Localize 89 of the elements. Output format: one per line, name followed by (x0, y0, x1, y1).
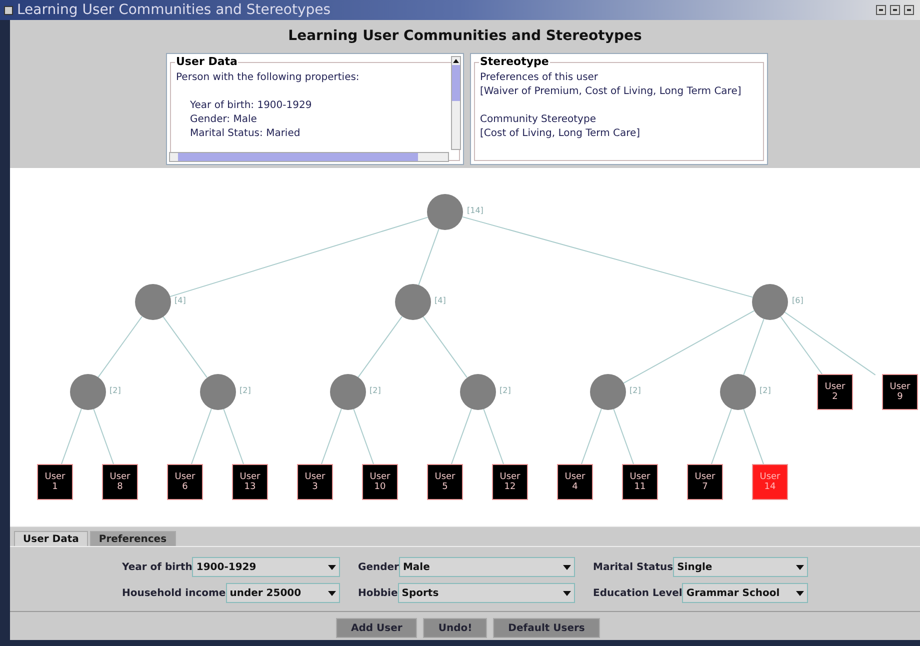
cluster-count: [4] (434, 297, 446, 305)
connector-line (321, 408, 342, 464)
cluster-count: [6] (792, 297, 804, 305)
cluster-count: [2] (240, 387, 251, 395)
cluster-node[interactable] (752, 284, 788, 320)
cluster-node[interactable] (134, 284, 170, 320)
cluster-node[interactable] (427, 194, 463, 230)
panel-text-line: Gender: Male (189, 113, 258, 127)
connector-line (61, 408, 82, 464)
dropdown-arrow-icon (796, 590, 804, 596)
connector-line (93, 408, 114, 464)
cluster-node[interactable] (394, 284, 430, 320)
cluster-count: [4] (174, 297, 186, 305)
cluster-node[interactable] (590, 374, 626, 410)
user-node[interactable]: User 5 (427, 464, 463, 500)
connector-line (358, 316, 402, 378)
panel-text-line: Preferences of this user (480, 71, 600, 85)
connector-line (483, 408, 504, 464)
cluster-node[interactable] (720, 374, 756, 410)
user-node[interactable]: User 11 (622, 464, 658, 500)
user-node[interactable]: User 10 (362, 464, 398, 500)
field-label: Gender (358, 560, 399, 574)
dropdown-arrow-icon (563, 564, 571, 570)
connector-line (162, 316, 208, 378)
field-label: Education Level (593, 586, 682, 600)
dropdown[interactable]: Sports (398, 583, 575, 603)
connector-line (98, 316, 142, 378)
connector-line (353, 408, 374, 464)
user-node[interactable]: User 1 (37, 464, 73, 500)
connector-line (613, 408, 634, 464)
field-label: Year of birth (122, 560, 192, 574)
dropdown[interactable]: under 25000 (226, 583, 340, 603)
connector-line (711, 408, 732, 464)
panel-text-line: Marital Status: Maried (189, 127, 302, 141)
user-node[interactable]: User 2 (817, 374, 853, 410)
user-node[interactable]: User 8 (102, 464, 138, 500)
user-node[interactable]: User 3 (297, 464, 333, 500)
user-node[interactable]: User 4 (557, 464, 593, 500)
action-button[interactable]: Default Users (493, 618, 600, 638)
cluster-count: [2] (370, 387, 381, 395)
cluster-count: [2] (630, 387, 641, 395)
cluster-node[interactable] (70, 374, 106, 410)
user-node[interactable]: User 9 (882, 374, 918, 410)
connector-line (422, 316, 468, 378)
vertical-scrollbar[interactable] (451, 56, 461, 150)
panel-text-line: Person with the following properties: (176, 71, 360, 85)
cluster-node[interactable] (330, 374, 366, 410)
connector-line (581, 408, 602, 464)
cluster-count: [2] (110, 387, 121, 395)
minimize-button[interactable] (876, 5, 886, 15)
dropdown[interactable]: 1900-1929 (192, 557, 340, 577)
cluster-count: [2] (760, 387, 771, 395)
user-node[interactable]: User 12 (492, 464, 528, 500)
cluster-count: [14] (467, 207, 484, 215)
maximize-button[interactable] (890, 5, 900, 15)
connector-line (743, 408, 764, 464)
dropdown-arrow-icon (328, 564, 336, 570)
panel-text-line: [Cost of Living, Long Term Care] (480, 127, 642, 141)
panel-text-line: Community Stereotype (480, 113, 597, 127)
dropdown[interactable]: Single (673, 557, 808, 577)
field-label: Marital Status (593, 560, 674, 574)
window-menu-icon[interactable] (4, 6, 13, 14)
header-title: Learning User Communities and Stereotypes (288, 27, 642, 46)
user-node[interactable]: User 6 (167, 464, 203, 500)
connector-line (223, 408, 244, 464)
panel-text-line: Year of birth: 1900-1929 (189, 99, 313, 113)
close-button[interactable] (904, 5, 914, 15)
dropdown-arrow-icon (796, 564, 804, 570)
panel-text-line: [Waiver of Premium, Cost of Living, Long Term Care] (480, 85, 742, 99)
field-label: Household income (122, 586, 226, 600)
user-node[interactable]: User 7 (687, 464, 723, 500)
dropdown-arrow-icon (328, 590, 336, 596)
action-button[interactable]: Add User (336, 618, 418, 638)
cluster-node[interactable] (200, 374, 236, 410)
dropdown-arrow-icon (563, 590, 571, 596)
field-label: Hobbie (358, 586, 398, 600)
dropdown[interactable]: Male (398, 557, 575, 577)
user-node[interactable]: User 13 (232, 464, 268, 500)
tab[interactable]: User Data (14, 531, 88, 546)
cluster-node[interactable] (460, 374, 496, 410)
connector-line (191, 408, 212, 464)
connector-line (451, 408, 472, 464)
horizontal-scrollbar[interactable] (169, 152, 449, 162)
dropdown[interactable]: Grammar School (682, 583, 808, 603)
tab[interactable]: Preferences (90, 531, 176, 546)
cluster-count: [2] (500, 387, 511, 395)
panel-title: Stereotype (479, 55, 550, 69)
window-title: Learning User Communities and Stereotypes (17, 3, 331, 17)
action-button[interactable]: Undo! (423, 618, 488, 638)
